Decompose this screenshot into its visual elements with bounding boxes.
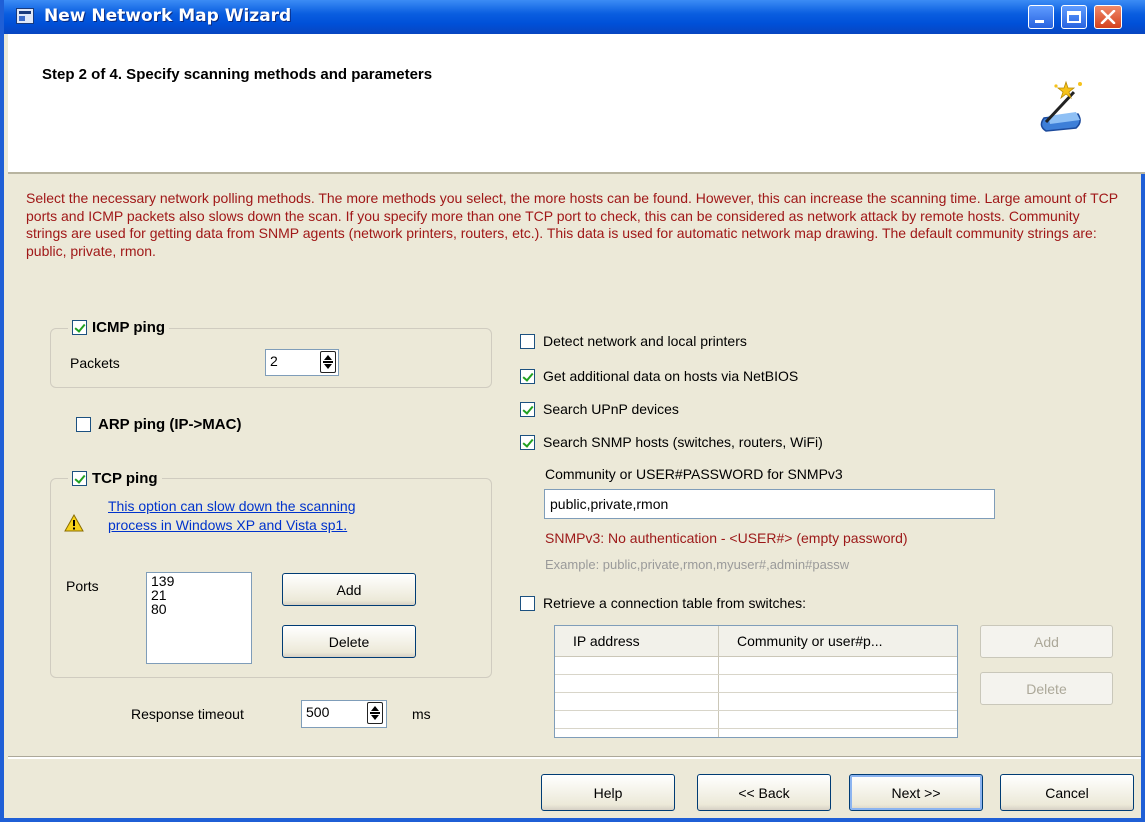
footer-separator — [8, 756, 1141, 759]
timeout-stepper[interactable]: 500 — [301, 700, 387, 728]
timeout-unit: ms — [412, 706, 431, 722]
snmp-example-text: Example: public,private,rmon,myuser#,adm… — [545, 557, 850, 572]
packets-label: Packets — [70, 355, 120, 371]
option-detect-printers[interactable]: Detect network and local printers — [520, 333, 747, 349]
option-netbios[interactable]: Get additional data on hosts via NetBIOS — [520, 368, 798, 384]
tcp-warning-link[interactable]: This option can slow down the scanning p… — [108, 497, 355, 535]
snmp-checkbox[interactable] — [520, 434, 535, 450]
instructions-text: Select the necessary network polling met… — [26, 190, 1118, 259]
option-upnp[interactable]: Search UPnP devices — [520, 401, 679, 417]
list-item[interactable]: 21 — [151, 588, 247, 602]
minimize-button[interactable] — [1028, 5, 1054, 29]
back-button[interactable]: << Back — [697, 774, 831, 811]
wizard-header: Step 2 of 4. Specify scanning methods an… — [8, 34, 1145, 174]
upnp-label: Search UPnP devices — [543, 401, 679, 417]
netbios-checkbox[interactable] — [520, 368, 535, 384]
list-item[interactable]: 139 — [151, 574, 247, 588]
table-row — [555, 674, 957, 675]
packets-spin-icon[interactable] — [320, 351, 336, 373]
table-row — [555, 692, 957, 693]
ports-list[interactable]: 139 21 80 — [146, 572, 252, 664]
step-title: Step 2 of 4. Specify scanning methods an… — [42, 66, 433, 83]
tcp-ping-checkbox[interactable] — [72, 471, 87, 486]
arp-ping-checkbox[interactable] — [76, 417, 91, 432]
close-icon — [1100, 10, 1116, 24]
snmpv3-note: SNMPv3: No authentication - <USER#> (emp… — [545, 530, 908, 546]
netbios-label: Get additional data on hosts via NetBIOS — [543, 368, 799, 384]
arp-ping-row: ARP ping (IP->MAC) — [76, 416, 241, 433]
icmp-ping-label: ICMP ping — [92, 319, 166, 336]
help-button[interactable]: Help — [541, 774, 675, 811]
switches-label: Retrieve a connection table from switche… — [543, 595, 807, 611]
switch-table[interactable]: IP address Community or user#p... — [554, 625, 958, 738]
icmp-ping-checkbox[interactable] — [72, 320, 87, 335]
column-divider — [718, 626, 719, 737]
maximize-button[interactable] — [1061, 5, 1087, 29]
delete-switch-button[interactable]: Delete — [980, 672, 1113, 705]
close-button[interactable] — [1094, 5, 1122, 29]
snmp-community-input[interactable]: public,private,rmon — [544, 489, 995, 519]
tcp-warning-line1: This option can slow down the scanning — [108, 498, 356, 514]
add-port-button[interactable]: Add — [282, 573, 416, 606]
detect-printers-label: Detect network and local printers — [543, 333, 747, 349]
upnp-checkbox[interactable] — [520, 401, 535, 417]
option-snmp[interactable]: Search SNMP hosts (switches, routers, Wi… — [520, 434, 823, 450]
icmp-legend: ICMP ping — [68, 319, 170, 336]
tcp-ping-label: TCP ping — [92, 470, 158, 487]
arp-ping-label: ARP ping (IP->MAC) — [98, 416, 242, 433]
wizard-window: New Network Map Wizard Step 2 of 4. Spec… — [0, 0, 1145, 822]
column-community[interactable]: Community or user#p... — [737, 633, 883, 649]
packets-stepper[interactable]: 2 — [265, 349, 339, 376]
option-switches[interactable]: Retrieve a connection table from switche… — [520, 595, 806, 611]
timeout-spin-icon[interactable] — [367, 702, 383, 724]
snmp-community-label: Community or USER#PASSWORD for SNMPv3 — [545, 466, 843, 482]
ports-label: Ports — [66, 578, 99, 594]
title-bar[interactable]: New Network Map Wizard — [4, 0, 1145, 34]
add-switch-button[interactable]: Add — [980, 625, 1113, 658]
cancel-button[interactable]: Cancel — [1000, 774, 1134, 811]
list-item[interactable]: 80 — [151, 602, 247, 616]
tcp-legend: TCP ping — [68, 470, 162, 487]
warning-icon — [64, 514, 84, 532]
column-ip-address[interactable]: IP address — [573, 633, 640, 649]
table-row — [555, 728, 957, 729]
table-row — [555, 710, 957, 711]
next-button[interactable]: Next >> — [849, 774, 983, 811]
timeout-label: Response timeout — [131, 706, 244, 722]
tcp-warning-line2: process in Windows XP and Vista sp1. — [108, 517, 348, 533]
detect-printers-checkbox[interactable] — [520, 333, 535, 349]
switches-checkbox[interactable] — [520, 595, 535, 611]
window-title: New Network Map Wizard — [44, 6, 292, 26]
switch-table-header: IP address Community or user#p... — [555, 626, 957, 657]
delete-port-button[interactable]: Delete — [282, 625, 416, 658]
snmp-label: Search SNMP hosts (switches, routers, Wi… — [543, 434, 823, 450]
app-window-icon — [16, 8, 34, 24]
wizard-wand-icon — [1040, 80, 1082, 132]
